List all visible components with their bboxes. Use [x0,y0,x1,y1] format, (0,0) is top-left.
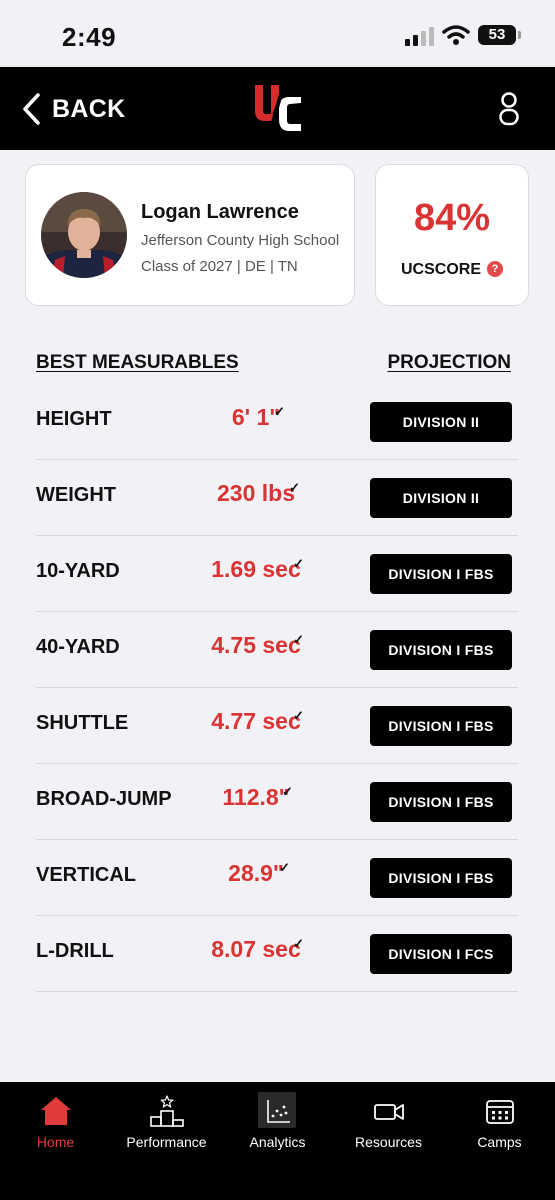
tab-home[interactable]: Home [0,1082,111,1172]
video-camera-icon [374,1104,404,1120]
measurable-value: 8.07 sec [211,936,301,962]
app-header: BACK [0,67,555,150]
ucscore-value: 84% [413,197,491,239]
table-row: BROAD-JUMP 112.8" ✓ DIVISION I FBS [36,764,518,840]
battery-indicator: 53 [478,25,521,45]
projection-badge[interactable]: DIVISION I FBS [370,858,512,898]
tab-label: Camps [477,1134,522,1150]
profile-icon[interactable] [496,91,522,127]
scatter-chart-icon [267,1100,290,1123]
player-profile-card[interactable]: Logan Lawrence Jefferson County High Sch… [25,164,355,306]
tab-performance[interactable]: Performance [111,1082,222,1172]
status-time: 2:49 [62,22,117,52]
status-bar: 2:49 53 [0,0,555,67]
tab-label: Performance [126,1134,207,1150]
home-icon [41,1097,71,1125]
verified-check-icon: ✓ [293,936,304,951]
projection-badge[interactable]: DIVISION I FCS [370,934,512,974]
projection-badge[interactable]: DIVISION I FBS [370,706,512,746]
ucscore-label-row: UCSCORE? [376,260,528,279]
projection-badge[interactable]: DIVISION II [370,478,512,518]
table-row: 10-YARD 1.69 sec ✓ DIVISION I FBS [36,536,518,612]
back-button[interactable]: BACK [20,91,125,127]
projection-badge[interactable]: DIVISION I FBS [370,782,512,822]
calendar-icon [486,1100,514,1124]
uc-logo [255,83,301,133]
back-label: BACK [52,94,126,123]
wifi-icon [442,25,470,45]
measurable-label: VERTICAL [36,864,136,886]
table-row: L-DRILL 8.07 sec ✓ DIVISION I FCS [36,916,518,992]
best-measurables-heading: BEST MEASURABLES [36,352,239,373]
player-class-info: Class of 2027 | DE | TN [141,258,298,275]
verified-check-icon: ✓ [274,404,285,419]
projection-heading: PROJECTION [387,352,511,373]
podium-icon [150,1095,184,1127]
verified-check-icon: ✓ [282,784,293,799]
verified-check-icon: ✓ [293,632,304,647]
verified-check-icon: ✓ [289,480,300,495]
player-school: Jefferson County High School [141,232,340,249]
measurable-value: 28.9" [228,860,284,886]
tab-camps[interactable]: Camps [444,1082,555,1172]
measurable-label: HEIGHT [36,408,112,430]
cellular-signal-icon [405,27,434,46]
verified-check-icon: ✓ [293,556,304,571]
ucscore-label: UCSCORE [400,261,481,278]
measurable-label: SHUTTLE [36,712,129,734]
tab-label: Analytics [249,1134,306,1150]
projection-badge[interactable]: DIVISION II [370,402,512,442]
tab-label: Home [36,1134,75,1150]
measurable-label: 10-YARD [36,560,120,582]
measurables-table: HEIGHT 6' 1" ✓ DIVISION II WEIGHT 230 lb… [36,384,518,992]
projection-badge[interactable]: DIVISION I FBS [370,630,512,670]
measurable-value: 230 lbs [217,480,295,506]
projection-badge[interactable]: DIVISION I FBS [370,554,512,594]
measurable-value: 6' 1" [231,404,281,430]
table-row: WEIGHT 230 lbs ✓ DIVISION II [36,460,518,536]
player-name: Logan Lawrence [141,201,299,223]
measurable-label: L-DRILL [36,940,114,962]
measurable-value: 4.75 sec [211,632,301,658]
ucscore-card[interactable]: 84% UCSCORE? [375,164,529,306]
table-row: HEIGHT 6' 1" ✓ DIVISION II [36,384,518,460]
bottom-tab-bar: Home Performance Analytics Resources Cam… [0,1082,555,1200]
measurable-label: 40-YARD [36,636,120,658]
measurable-value: 112.8" [222,784,290,810]
verified-check-icon: ✓ [279,860,290,875]
table-row: 40-YARD 4.75 sec ✓ DIVISION I FBS [36,612,518,688]
measurable-value: 1.69 sec [211,556,301,582]
measurable-label: BROAD-JUMP [36,788,172,810]
table-row: SHUTTLE 4.77 sec ✓ DIVISION I FBS [36,688,518,764]
player-avatar [41,192,127,278]
tab-analytics[interactable]: Analytics [222,1082,333,1172]
verified-check-icon: ✓ [293,708,304,723]
measurable-label: WEIGHT [36,484,116,506]
tab-label: Resources [355,1134,422,1150]
help-icon[interactable]: ? [487,260,503,277]
tab-resources[interactable]: Resources [333,1082,444,1172]
chevron-left-icon [23,93,40,125]
measurable-value: 4.77 sec [211,708,301,734]
table-row: VERTICAL 28.9" ✓ DIVISION I FBS [36,840,518,916]
